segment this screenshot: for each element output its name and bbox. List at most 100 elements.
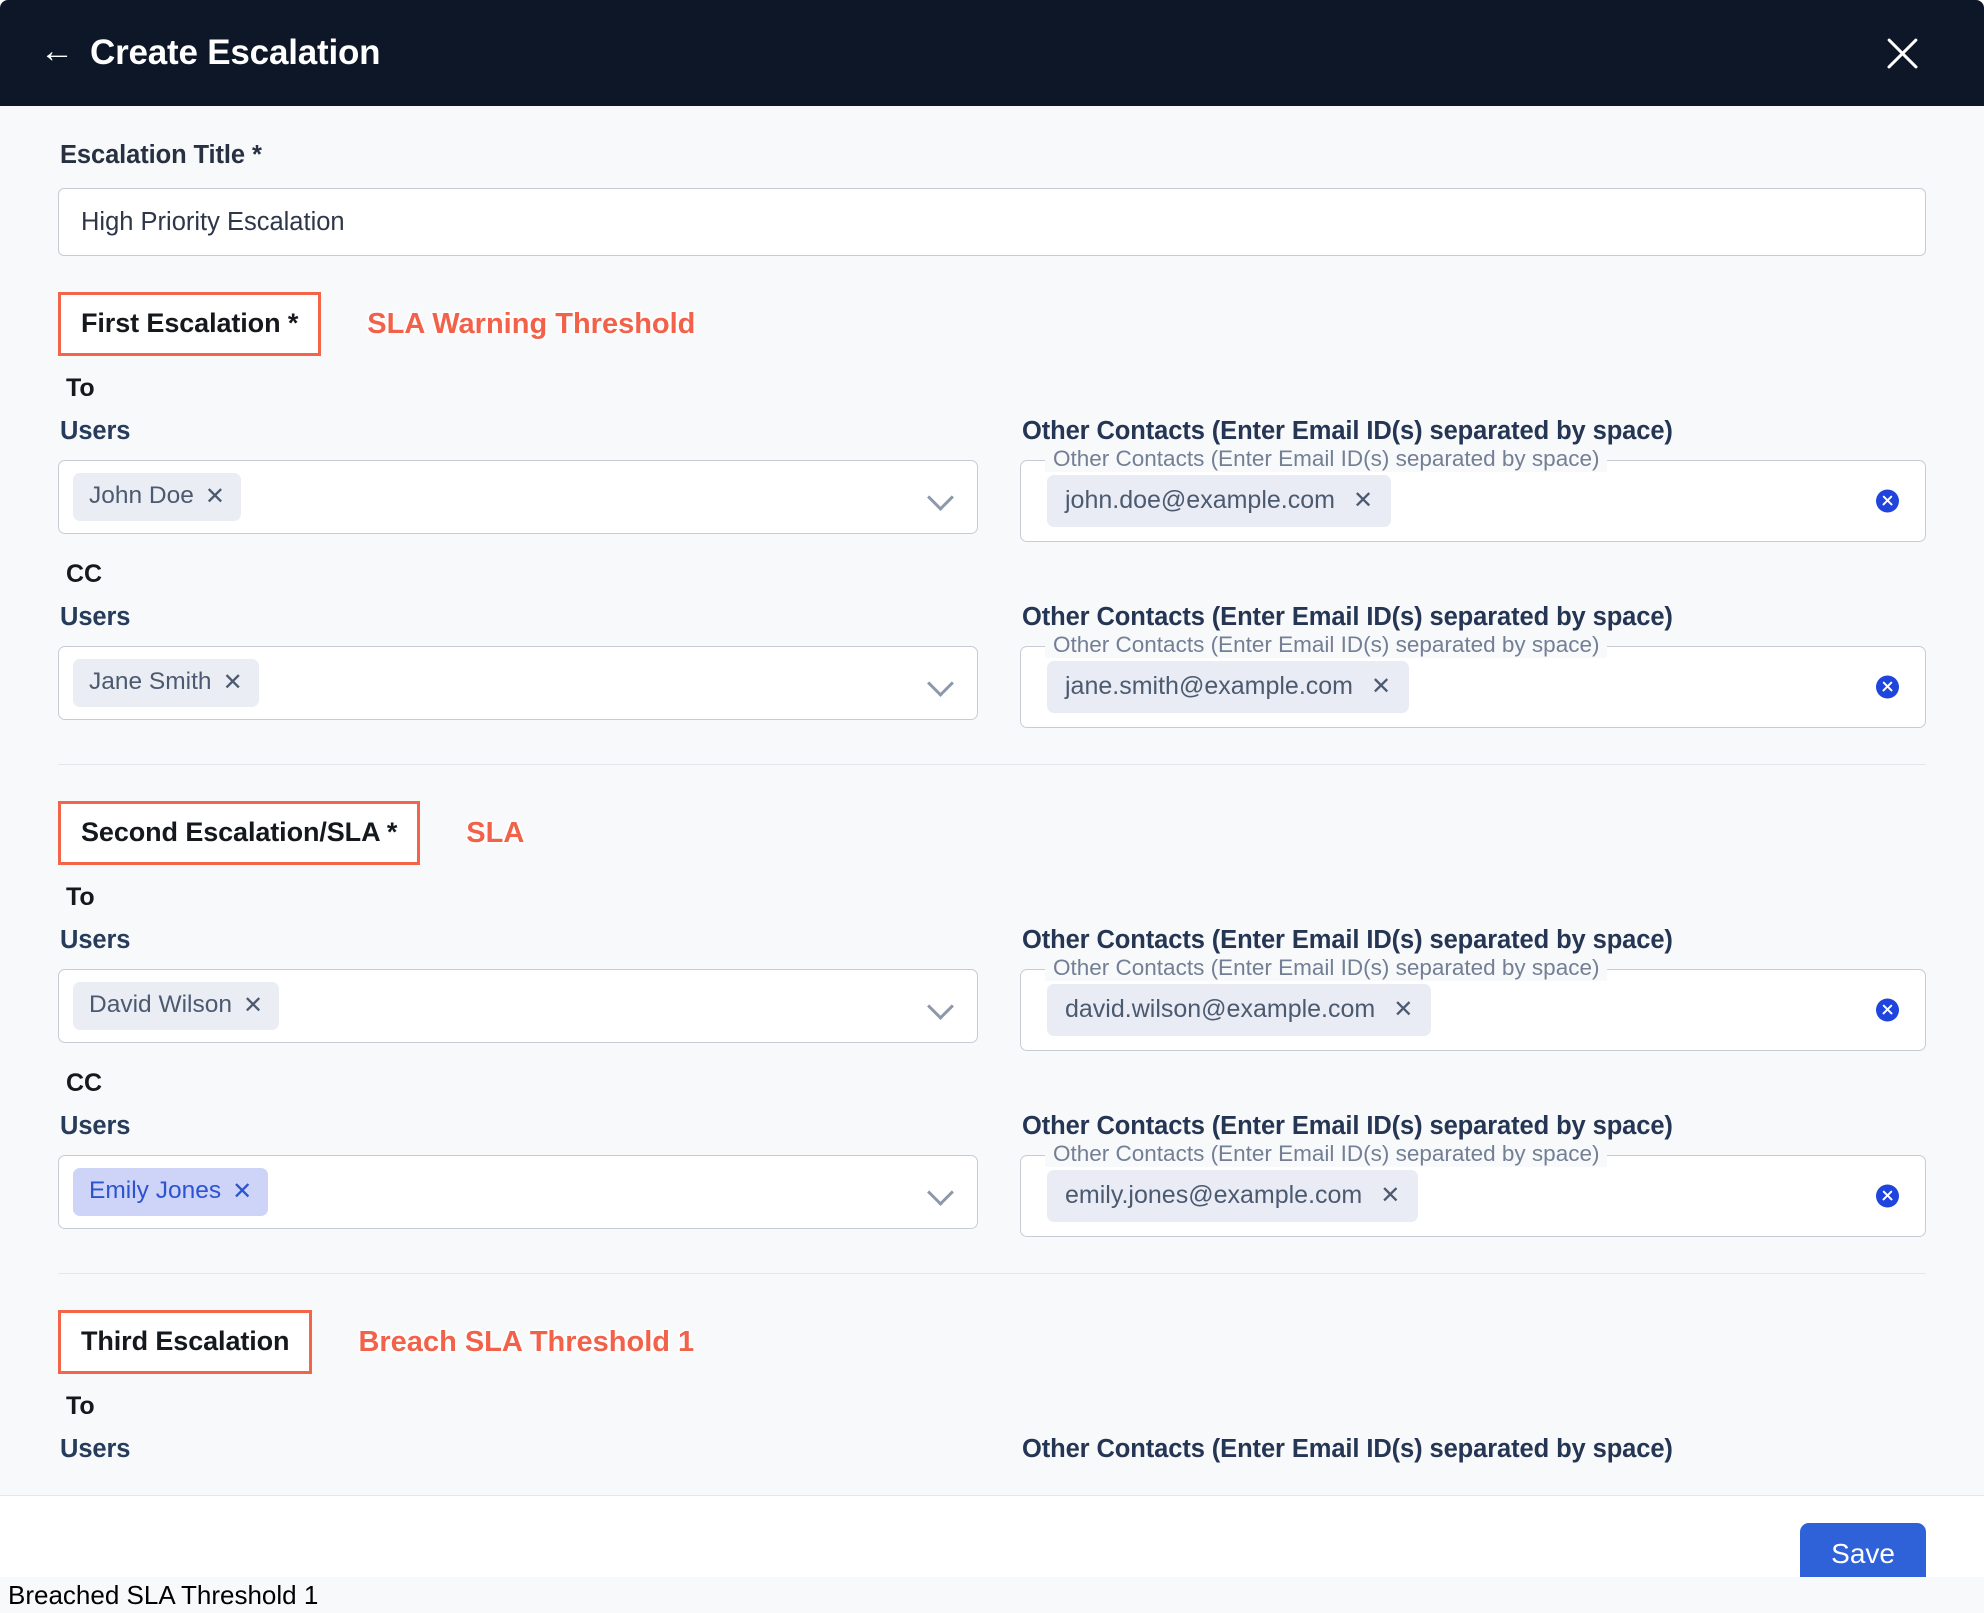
- email-chip-remove-icon[interactable]: ✕: [1371, 674, 1391, 699]
- users-label-second-to: Users: [60, 926, 131, 954]
- clear-circle-icon[interactable]: [1876, 675, 1899, 699]
- to-emails-column-second: Other Contacts (Enter Email ID(s) separa…: [1020, 912, 1926, 1051]
- annotation-box-first-escalation: First Escalation *: [58, 292, 322, 356]
- user-chip[interactable]: David Wilson ✕: [73, 982, 280, 1030]
- section-divider: [58, 1273, 1926, 1274]
- annotation-label-breach-sla-threshold-1: Breach SLA Threshold 1: [358, 1325, 695, 1358]
- escalation-title-input[interactable]: [58, 188, 1926, 256]
- to-row-first: Users John Doe ✕ Other Contacts (Enter E…: [58, 403, 1926, 542]
- cc-users-column-second: Users Emily Jones ✕: [58, 1098, 978, 1229]
- cc-row-second: Users Emily Jones ✕ Other Contacts (Ente…: [58, 1098, 1926, 1237]
- to-row-third: Users Other Contacts (Enter Email ID(s) …: [58, 1421, 1926, 1478]
- email-chip-label: emily.jones@example.com: [1065, 1181, 1363, 1209]
- to-row-second: Users David Wilson ✕ Other Contacts (Ent…: [58, 912, 1926, 1051]
- annotation-label-sla: SLA: [466, 816, 525, 849]
- chevron-down-icon[interactable]: [929, 1183, 955, 1198]
- other-contacts-input-second-to[interactable]: Other Contacts (Enter Email ID(s) separa…: [1020, 955, 1926, 1051]
- other-contacts-input-first-cc[interactable]: Other Contacts (Enter Email ID(s) separa…: [1020, 632, 1926, 728]
- email-chip-remove-icon[interactable]: ✕: [1393, 997, 1413, 1022]
- email-chip[interactable]: john.doe@example.com ✕: [1047, 475, 1392, 527]
- user-chip-remove-icon[interactable]: ✕: [243, 993, 263, 1018]
- users-select-second-cc[interactable]: Emily Jones ✕: [58, 1155, 978, 1229]
- clear-circle-icon[interactable]: [1876, 1184, 1899, 1208]
- section-header-third-escalation: Third Escalation Breach SLA Threshold 1: [58, 1310, 1926, 1374]
- section-header-first-escalation: First Escalation * SLA Warning Threshold: [58, 292, 1926, 356]
- annotation-box-third-escalation: Third Escalation: [58, 1310, 313, 1374]
- chevron-down-icon[interactable]: [929, 674, 955, 689]
- annotation-label-sla-warning-threshold: SLA Warning Threshold: [367, 307, 696, 340]
- other-contacts-legend: Other Contacts (Enter Email ID(s) separa…: [1045, 446, 1608, 472]
- chevron-down-icon[interactable]: [929, 997, 955, 1012]
- form-scroll-area[interactable]: Escalation Title * First Escalation * SL…: [0, 106, 1984, 1495]
- other-contacts-input-first-to[interactable]: Other Contacts (Enter Email ID(s) separa…: [1020, 446, 1926, 542]
- other-contacts-legend: Other Contacts (Enter Email ID(s) separa…: [1045, 1141, 1608, 1167]
- section-header-second-escalation: Second Escalation/SLA * SLA: [58, 801, 1926, 865]
- other-contacts-label-first-cc: Other Contacts (Enter Email ID(s) separa…: [1022, 603, 1673, 631]
- other-contacts-label-second-to: Other Contacts (Enter Email ID(s) separa…: [1022, 926, 1673, 954]
- user-chip-remove-icon[interactable]: ✕: [232, 1179, 252, 1204]
- email-chip-label: david.wilson@example.com: [1065, 995, 1376, 1023]
- annotation-box-second-escalation: Second Escalation/SLA *: [58, 801, 421, 865]
- create-escalation-modal: ← Create Escalation Escalation Title * F…: [0, 0, 1984, 1613]
- email-chip[interactable]: jane.smith@example.com ✕: [1047, 661, 1410, 713]
- other-contacts-label-first-to: Other Contacts (Enter Email ID(s) separa…: [1022, 417, 1673, 445]
- email-chip-label: john.doe@example.com: [1065, 486, 1335, 514]
- user-chip[interactable]: Emily Jones ✕: [73, 1168, 269, 1216]
- page-title: Create Escalation: [90, 33, 381, 72]
- cc-label-first: CC: [66, 560, 103, 588]
- clear-circle-icon[interactable]: [1876, 998, 1899, 1022]
- email-chip-label: jane.smith@example.com: [1065, 672, 1353, 700]
- bottom-caption: Breached SLA Threshold 1: [0, 1577, 1984, 1613]
- escalation-title-label: Escalation Title *: [60, 141, 262, 169]
- to-label-second: To: [66, 883, 95, 911]
- user-chip-label: David Wilson: [89, 991, 232, 1019]
- to-users-column-first: Users John Doe ✕: [58, 403, 978, 534]
- to-emails-column-third: Other Contacts (Enter Email ID(s) separa…: [1020, 1421, 1926, 1478]
- user-chip-remove-icon[interactable]: ✕: [223, 670, 243, 695]
- user-chip[interactable]: John Doe ✕: [73, 473, 241, 521]
- cc-row-first: Users Jane Smith ✕ Other Contacts (Enter…: [58, 589, 1926, 728]
- clear-circle-icon[interactable]: [1876, 489, 1899, 513]
- section-divider: [58, 764, 1926, 765]
- cc-label-second: CC: [66, 1069, 103, 1097]
- users-label-first-cc: Users: [60, 603, 131, 631]
- section-title: First Escalation *: [81, 308, 299, 338]
- users-select-first-cc[interactable]: Jane Smith ✕: [58, 646, 978, 720]
- other-contacts-input-second-cc[interactable]: Other Contacts (Enter Email ID(s) separa…: [1020, 1141, 1926, 1237]
- users-label-third-to: Users: [60, 1435, 131, 1463]
- user-chip-label: John Doe: [89, 482, 194, 510]
- to-users-column-second: Users David Wilson ✕: [58, 912, 978, 1043]
- to-label-third: To: [66, 1392, 95, 1420]
- header-left-group: ← Create Escalation: [40, 33, 381, 73]
- other-contacts-label-third-to: Other Contacts (Enter Email ID(s) separa…: [1022, 1435, 1673, 1463]
- email-chip[interactable]: david.wilson@example.com ✕: [1047, 984, 1432, 1036]
- user-chip[interactable]: Jane Smith ✕: [73, 659, 259, 707]
- email-chip[interactable]: emily.jones@example.com ✕: [1047, 1170, 1419, 1222]
- close-icon[interactable]: [1878, 29, 1926, 77]
- users-label-second-cc: Users: [60, 1112, 131, 1140]
- arrow-left-icon[interactable]: ←: [40, 34, 74, 68]
- section-title: Second Escalation/SLA *: [81, 817, 398, 847]
- to-label-first: To: [66, 374, 95, 402]
- email-chip-remove-icon[interactable]: ✕: [1380, 1183, 1400, 1208]
- email-chip-remove-icon[interactable]: ✕: [1353, 488, 1373, 513]
- other-contacts-legend: Other Contacts (Enter Email ID(s) separa…: [1045, 955, 1608, 981]
- other-contacts-label-second-cc: Other Contacts (Enter Email ID(s) separa…: [1022, 1112, 1673, 1140]
- users-select-second-to[interactable]: David Wilson ✕: [58, 969, 978, 1043]
- cc-users-column-first: Users Jane Smith ✕: [58, 589, 978, 720]
- cc-emails-column-first: Other Contacts (Enter Email ID(s) separa…: [1020, 589, 1926, 728]
- user-chip-label: Jane Smith: [89, 668, 212, 696]
- user-chip-label: Emily Jones: [89, 1177, 222, 1205]
- users-label-first-to: Users: [60, 417, 131, 445]
- users-select-first-to[interactable]: John Doe ✕: [58, 460, 978, 534]
- to-emails-column-first: Other Contacts (Enter Email ID(s) separa…: [1020, 403, 1926, 542]
- user-chip-remove-icon[interactable]: ✕: [205, 484, 225, 509]
- section-title: Third Escalation: [81, 1326, 290, 1356]
- to-users-column-third: Users: [58, 1421, 978, 1478]
- cc-emails-column-second: Other Contacts (Enter Email ID(s) separa…: [1020, 1098, 1926, 1237]
- modal-header: ← Create Escalation: [0, 0, 1984, 106]
- chevron-down-icon[interactable]: [929, 488, 955, 503]
- other-contacts-legend: Other Contacts (Enter Email ID(s) separa…: [1045, 632, 1608, 658]
